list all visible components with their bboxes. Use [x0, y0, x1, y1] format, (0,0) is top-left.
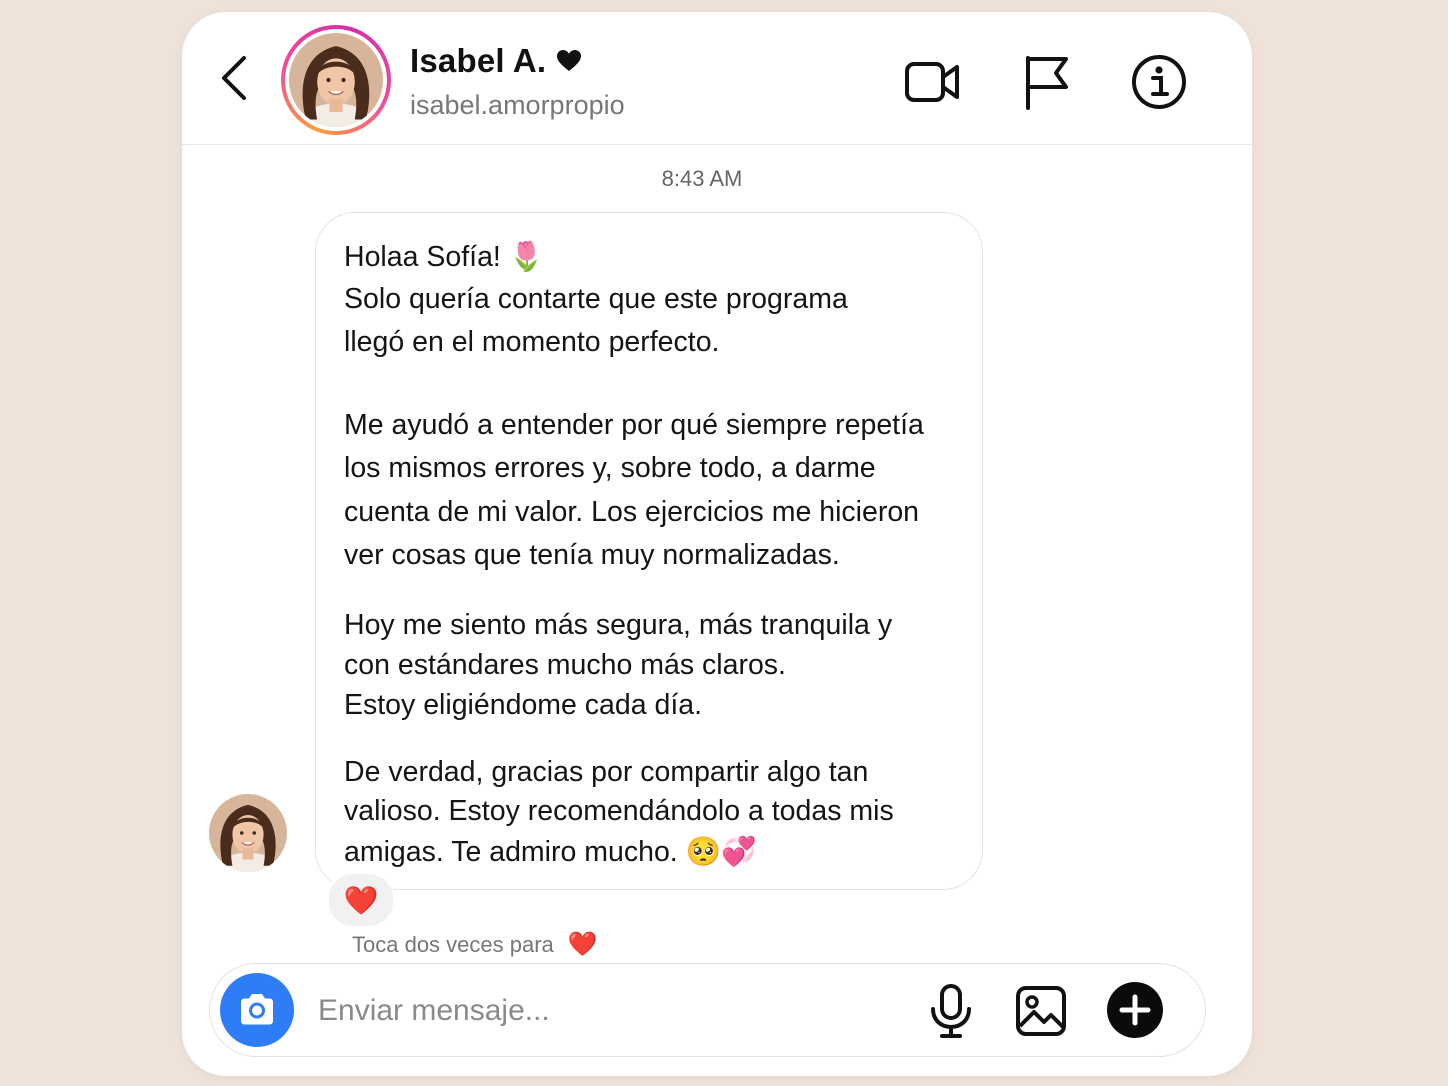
contact-name-text: Isabel A.: [410, 42, 547, 79]
chat-header: Isabel A. isabel.amorpropio: [182, 12, 1252, 145]
image-icon: [1016, 986, 1066, 1036]
message-line: Holaa Sofía! 🌷: [344, 241, 545, 273]
message-line: De verdad, gracias por compartir algo ta…: [344, 756, 869, 788]
sender-avatar[interactable]: [209, 794, 287, 872]
double-tap-hint: Toca dos veces para ❤️: [352, 930, 598, 959]
contact-handle: isabel.amorpropio: [410, 90, 625, 120]
message-line: Solo quería contarte que este programa: [344, 283, 848, 315]
add-button[interactable]: [1107, 982, 1163, 1038]
chevron-left-icon: [222, 56, 246, 100]
info-button[interactable]: [1129, 52, 1189, 112]
hint-heart-icon: ❤️: [567, 931, 598, 958]
video-camera-icon: [905, 62, 959, 102]
heart-icon: [557, 50, 582, 71]
report-button[interactable]: [1016, 52, 1076, 112]
chat-window: Isabel A. isabel.amorpropio 8:43 AM Hola…: [182, 12, 1252, 1076]
camera-icon: [241, 994, 273, 1025]
message-input[interactable]: [316, 982, 880, 1040]
info-icon: [1132, 55, 1186, 109]
heart-reaction[interactable]: ❤️: [327, 872, 395, 928]
plus-icon: [1119, 994, 1151, 1026]
message-line: los mismos errores y, sobre todo, a darm…: [344, 452, 876, 484]
message-timestamp: 8:43 AM: [661, 166, 743, 191]
message-line: Estoy eligiéndome cada día.: [344, 689, 703, 721]
avatar: [289, 33, 383, 127]
back-button[interactable]: [212, 52, 262, 102]
message-line: cuenta de mi valor. Los ejercicios me hi…: [344, 496, 920, 528]
flag-icon: [1026, 56, 1068, 110]
message-line: Me ayudó a entender por qué siempre repe…: [344, 409, 924, 441]
double-tap-hint-text: Toca dos veces para: [352, 931, 554, 957]
contact-name[interactable]: Isabel A.: [410, 42, 582, 80]
microphone-icon: [931, 984, 971, 1038]
message-line: con estándares mucho más claros.: [344, 649, 786, 681]
camera-button[interactable]: [220, 973, 294, 1047]
video-call-button[interactable]: [902, 52, 962, 112]
message-line: ver cosas que tenía muy normalizadas.: [344, 539, 840, 571]
message-composer: [209, 963, 1206, 1057]
message-line: valioso. Estoy recomendándolo a todas mi…: [344, 795, 894, 827]
gallery-button[interactable]: [1012, 982, 1070, 1040]
voice-message-button[interactable]: [922, 982, 980, 1040]
message-line: Hoy me siento más segura, más tranquila …: [344, 609, 893, 641]
reaction-heart-icon: ❤️: [343, 883, 379, 917]
message-line: llegó en el momento perfecto.: [344, 326, 720, 358]
message-line: amigas. Te admiro mucho. 🥺💞: [344, 836, 757, 868]
story-ring-avatar[interactable]: [281, 25, 391, 135]
